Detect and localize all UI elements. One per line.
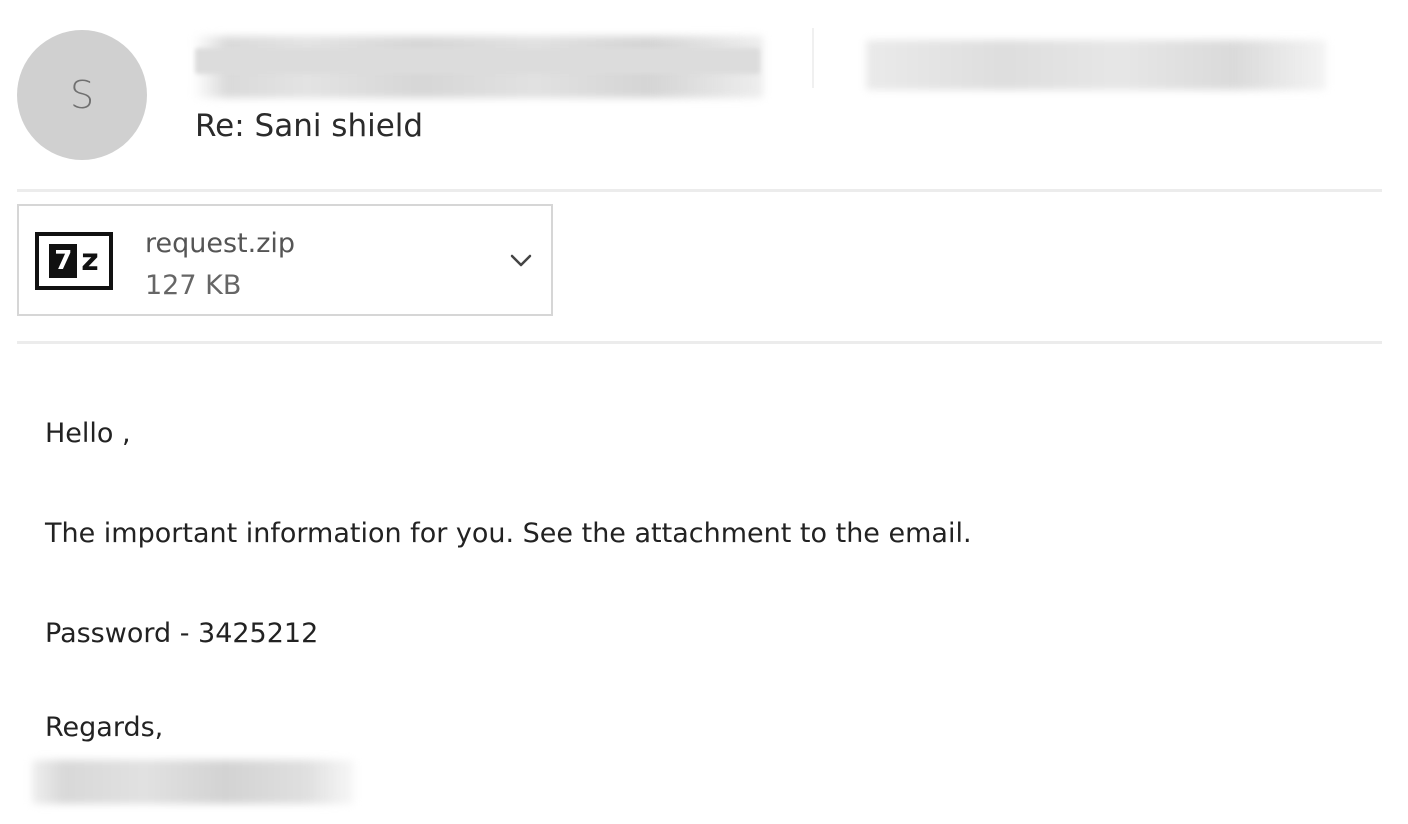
header-divider — [812, 28, 814, 88]
attachment-file-size: 127 KB — [145, 270, 242, 301]
attachment-file-name: request.zip — [145, 228, 296, 259]
body-closing: Regards, — [45, 712, 164, 743]
chevron-down-icon[interactable] — [509, 250, 533, 270]
body-message: The important information for you. See t… — [45, 518, 972, 549]
attachment-separator — [17, 341, 1382, 344]
avatar-initial: S — [69, 73, 95, 117]
sender-avatar[interactable]: S — [17, 30, 147, 160]
attachment-card[interactable]: 7z request.zip 127 KB — [17, 204, 553, 316]
date-redacted — [866, 40, 1326, 90]
header-separator — [17, 189, 1382, 192]
sender-name-redacted-core — [195, 48, 760, 74]
body-password-line: Password - 3425212 — [45, 618, 319, 649]
body-greeting: Hello , — [45, 418, 131, 449]
email-subject: Re: Sani shield — [195, 108, 424, 144]
signature-redacted — [32, 760, 354, 804]
7z-archive-icon: 7z — [35, 232, 113, 290]
